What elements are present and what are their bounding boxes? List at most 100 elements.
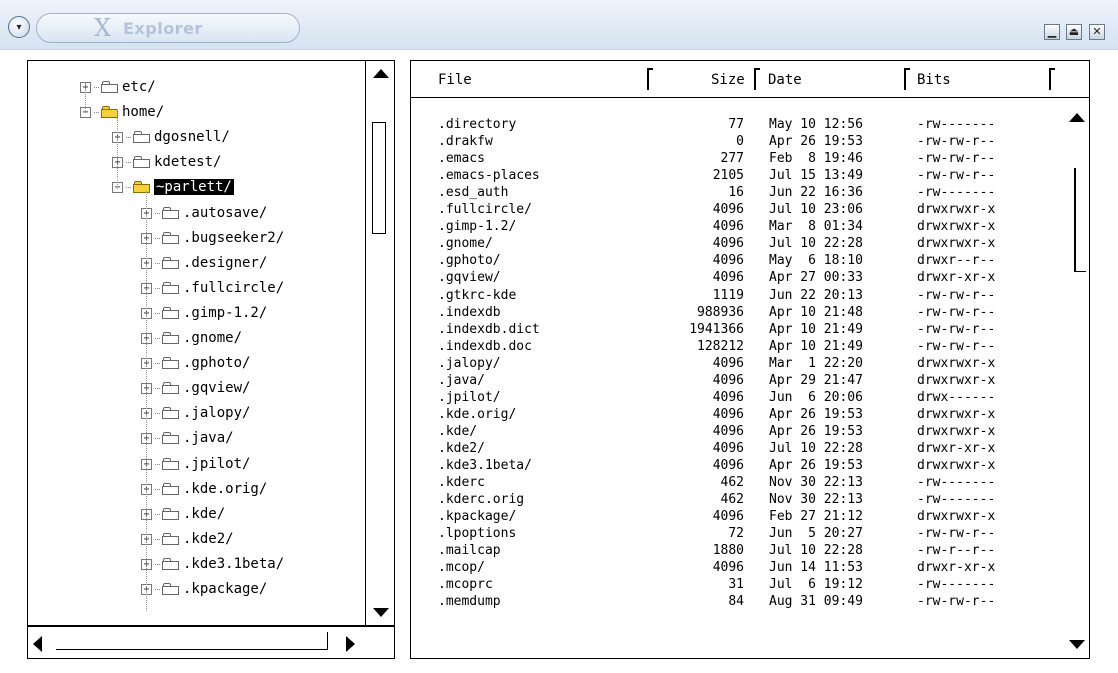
tree-node[interactable]: + .kde/ [141,502,225,526]
file-row[interactable]: .gqview/4096 Apr 27 00:33 drwxr-xr-x [411,270,1051,286]
file-size: 31 [728,577,744,592]
maximize-button[interactable]: ⏏ [1066,24,1082,40]
file-row[interactable]: .gphoto/4096 May 6 18:10 drwxr--r-- [411,253,1051,269]
scroll-right-icon[interactable] [346,636,355,652]
file-row[interactable]: .drakfw 0 Apr 26 19:53 -rw-rw-r-- [411,134,1051,150]
tree-node-label: .java/ [183,430,234,446]
scroll-left-icon[interactable] [33,636,42,652]
scroll-down-icon[interactable] [1069,640,1085,649]
file-row[interactable]: .indexdb.doc 128212 Apr 10 21:49 -rw-rw-r-- [411,339,1051,355]
file-row[interactable]: .indexdb.dict 1941366 Apr 10 21:49 -rw-rw-r… [411,322,1051,338]
file-row[interactable]: .kde2/4096 Jul 10 22:28 drwxr-xr-x [411,441,1051,457]
tree-node[interactable]: + .kpackage/ [141,577,267,601]
file-row[interactable]: .emacs-places 2105 Jul 15 13:49 -rw-rw-r-- [411,168,1051,184]
file-name: .emacs-places [438,168,540,183]
tree-connector [155,488,160,490]
file-name: .gnome/ [438,236,493,251]
file-row[interactable]: .gimp-1.2/4096 Mar 8 01:34 drwxrwxr-x [411,219,1051,235]
tree-node[interactable]: + .kde2/ [141,527,234,551]
tree-node[interactable]: + .java/ [141,426,234,450]
file-name: .mailcap [438,543,501,558]
tree-connector [94,86,99,88]
title-bar[interactable]: ▾ X Explorer ▁ ⏏ ✕ [0,0,1118,50]
file-list[interactable]: File Size Date Bits .directory 77 May 10 1… [410,60,1090,659]
tree-node[interactable]: + .gnome/ [141,326,242,350]
file-row[interactable]: .emacs 277 Feb 8 19:46 -rw-rw-r-- [411,151,1051,167]
file-row[interactable]: .gtkrc-kde 1119 Jun 22 20:13 -rw-rw-r-- [411,288,1051,304]
file-size: 462 [720,492,744,507]
list-vertical-scrollbar[interactable] [1064,98,1090,659]
file-row[interactable]: .lpoptions 72 Jun 5 20:27 -rw-rw-r-- [411,526,1051,542]
tree-node[interactable]: + .designer/ [141,251,267,275]
tree-node-label: .kde.orig/ [183,481,268,497]
file-row[interactable]: .kde.orig/4096 Apr 26 19:53 drwxrwxr-x [411,407,1051,423]
file-row[interactable]: .memdump 84 Aug 31 09:49 -rw-rw-r-- [411,594,1051,610]
tree-node[interactable]: + .jalopy/ [141,401,250,425]
column-separator[interactable] [1049,68,1055,90]
column-header-size[interactable]: Size [711,72,745,88]
tree-connector [155,212,160,214]
column-separator[interactable] [904,68,910,90]
file-row[interactable]: .fullcircle/4096 Jul 10 23:06 drwxrwxr-x [411,202,1051,218]
tree-node[interactable]: + kdetest/ [112,150,221,174]
column-separator[interactable] [754,68,760,90]
file-permissions: drwxrwxr-x [917,356,996,371]
tree-node[interactable]: + etc/ [80,75,156,99]
list-scroll-thumb[interactable] [1074,168,1086,272]
tree-node-label: .autosave/ [183,205,268,221]
close-button[interactable]: ✕ [1089,24,1105,40]
file-name: .kde3.1beta/ [438,458,532,473]
tree-node[interactable]: + .jpilot/ [141,452,250,476]
file-row[interactable]: .kde3.1beta/4096 Apr 26 19:53 drwxrwxr-x [411,458,1051,474]
scroll-up-icon[interactable] [1069,113,1085,122]
column-header-bits[interactable]: Bits [917,72,951,88]
tree-node[interactable]: + .kde3.1beta/ [141,552,284,576]
tree-node[interactable]: + .bugseeker2/ [141,226,284,250]
tree-node-label: .kde2/ [183,531,234,547]
scroll-up-icon[interactable] [373,69,389,78]
window-menu-button[interactable]: ▾ [8,16,30,38]
file-row[interactable]: .gnome/4096 Jul 10 22:28 drwxrwxr-x [411,236,1051,252]
folder-icon [162,483,180,495]
file-permissions: -rw------- [917,492,996,507]
tree-node[interactable]: + .gqview/ [141,376,250,400]
minimize-button[interactable]: ▁ [1044,24,1060,40]
tree-node-label: kdetest/ [154,154,222,170]
file-row[interactable]: .kpackage/4096 Feb 27 21:12 drwxrwxr-x [411,509,1051,525]
tree-node[interactable]: + dgosnell/ [112,125,230,149]
file-row[interactable]: .kderc.orig 462 Nov 30 22:13 -rw------- [411,492,1051,508]
folder-icon [162,583,180,595]
column-separator[interactable] [647,68,653,90]
file-row[interactable]: .kderc 462 Nov 30 22:13 -rw------- [411,475,1051,491]
tree-connector [94,111,99,113]
tree-node[interactable]: + .gimp-1.2/ [141,301,267,325]
tree-connector [126,186,131,188]
column-header-date[interactable]: Date [768,72,802,88]
column-header-file[interactable]: File [438,72,472,88]
file-row[interactable]: .indexdb 988936 Apr 10 21:48 -rw-rw-r-- [411,305,1051,321]
file-row[interactable]: .mcop/4096 Jun 14 11:53 drwxr-xr-x [411,560,1051,576]
tree-horizontal-scrollbar[interactable] [27,626,395,659]
tree-node-label: .kpackage/ [183,581,268,597]
tree-node[interactable]: + .fullcircle/ [141,276,284,300]
tree-node[interactable]: + .gphoto/ [141,351,250,375]
tree-hscroll-thumb[interactable] [56,632,328,650]
file-name: .drakfw [438,134,493,149]
tree-scroll-thumb[interactable] [372,122,386,234]
file-row[interactable]: .jalopy/4096 Mar 1 22:20 drwxrwxr-x [411,356,1051,372]
tree-node[interactable]: + .kde.orig/ [141,477,267,501]
file-row[interactable]: .kde/4096 Apr 26 19:53 drwxrwxr-x [411,424,1051,440]
file-row[interactable]: .directory 77 May 10 12:56 -rw------- [411,117,1051,133]
file-row[interactable]: .esd_auth 16 Jun 22 16:36 -rw------- [411,185,1051,201]
directory-tree[interactable]: + etc/− home/+ dgosnell/+ kdetest/− ~parlett/… [27,60,395,626]
folder-icon [133,156,151,168]
file-row[interactable]: .java/4096 Apr 29 21:47 drwxrwxr-x [411,373,1051,389]
tree-node[interactable]: − ~parlett/ [112,175,234,199]
tree-vertical-scrollbar[interactable] [365,60,395,626]
file-row[interactable]: .jpilot/4096 Jun 6 20:06 drwx------ [411,390,1051,406]
file-row[interactable]: .mcoprc 31 Jul 6 19:12 -rw------- [411,577,1051,593]
tree-node[interactable]: + .autosave/ [141,201,267,225]
scroll-down-icon[interactable] [373,608,389,617]
file-row[interactable]: .mailcap 1880 Jul 10 22:28 -rw-r--r-- [411,543,1051,559]
tree-node[interactable]: − home/ [80,100,164,124]
